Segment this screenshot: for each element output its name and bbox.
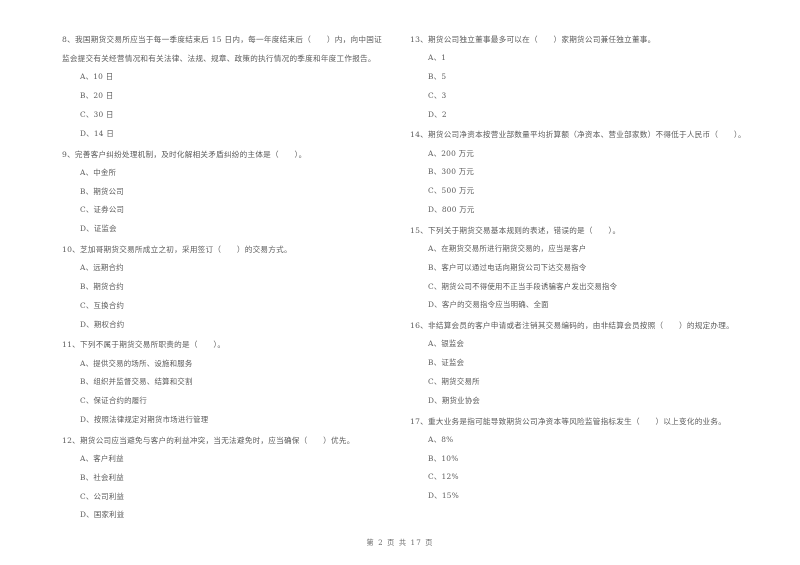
option-item[interactable]: A、银监会 [410,335,778,354]
option-item[interactable]: C、互换合约 [62,297,382,316]
question-options: A、提供交易的场所、设施和服务 B、组织并监督交易、结算和交割 C、保证合约的履… [62,355,382,430]
question-block: 15、下列关于期货交易基本规则的表述，错误的是（ ）。 A、在期货交易所进行期货… [410,221,778,315]
question-block: 13、期货公司独立董事最多可以在（ ）家期货公司兼任独立董事。 A、1 B、5 … [410,30,778,124]
question-options: A、1 B、5 C、3 D、2 [410,49,778,124]
question-stem: 8、我国期货交易所应当于每一季度结束后 15 日内，每一年度结束后（ ）内，向中… [62,35,382,64]
question-stem: 16、非结算会员的客户申请或者注销其交易编码的，由非结算会员按照（ ）的规定办理… [410,321,734,331]
option-item[interactable]: C、期货交易所 [410,373,778,392]
question-block: 17、重大业务是指可能导致期货公司净资本等风险监管指标发生（ ）以上变化的业务。… [410,412,778,506]
question-stem: 14、期货公司净资本按营业部数量平均折算额（净资本、营业部家数）不得低于人民币（… [410,130,746,140]
option-item[interactable]: B、期货合约 [62,278,382,297]
question-stem: 17、重大业务是指可能导致期货公司净资本等风险监管指标发生（ ）以上变化的业务。 [410,416,727,426]
question-stem: 12、期货公司应当避免与客户的利益冲突，当无法避免时，应当确保（ ）优先。 [62,435,355,445]
option-item[interactable]: B、5 [410,68,778,87]
option-item[interactable]: A、客户利益 [62,450,382,469]
question-stem: 10、芝加哥期货交易所成立之初，采用签订（ ）的交易方式。 [62,244,292,254]
option-item[interactable]: B、20 日 [62,87,382,106]
option-item[interactable]: A、中金所 [62,164,382,183]
option-item[interactable]: D、国家利益 [62,506,382,525]
option-item[interactable]: A、8% [410,431,778,450]
question-block: 11、下列不属于期货交易所职责的是（ ）。 A、提供交易的场所、设施和服务 B、… [62,335,382,429]
option-item[interactable]: A、10 日 [62,68,382,87]
question-block: 10、芝加哥期货交易所成立之初，采用签订（ ）的交易方式。 A、远期合约 B、期… [62,240,382,334]
question-block: 14、期货公司净资本按营业部数量平均折算额（净资本、营业部家数）不得低于人民币（… [410,125,778,219]
option-item[interactable]: D、14 日 [62,125,382,144]
option-item[interactable]: B、证监会 [410,354,778,373]
question-options: A、客户利益 B、社会利益 C、公司利益 D、国家利益 [62,450,382,525]
question-options: A、10 日 B、20 日 C、30 日 D、14 日 [62,68,382,143]
exam-page: 8、我国期货交易所应当于每一季度结束后 15 日内，每一年度结束后（ ）内，向中… [0,0,800,565]
option-item[interactable]: D、客户的交易指令应当明确、全面 [410,296,778,315]
question-options: A、银监会 B、证监会 C、期货交易所 D、期货业协会 [410,335,778,410]
question-stem: 9、完善客户纠纷处理机制，及时化解相关矛盾纠纷的主体是（ ）。 [62,149,307,159]
option-item[interactable]: D、期货业协会 [410,392,778,411]
option-item[interactable]: A、在期货交易所进行期货交易的，应当是客户 [410,240,778,259]
question-stem: 15、下列关于期货交易基本规则的表述，错误的是（ ）。 [410,225,621,235]
option-item[interactable]: D、期权合约 [62,316,382,335]
question-options: A、在期货交易所进行期货交易的，应当是客户 B、客户可以通过电话向期货公司下达交… [410,240,778,315]
page-footer: 第 2 页 共 17 页 [0,530,800,549]
question-stem: 13、期货公司独立董事最多可以在（ ）家期货公司兼任独立董事。 [410,35,656,44]
option-item[interactable]: D、2 [410,106,778,125]
option-item[interactable]: B、社会利益 [62,469,382,488]
question-block: 9、完善客户纠纷处理机制，及时化解相关矛盾纠纷的主体是（ ）。 A、中金所 B、… [62,145,382,239]
question-block: 16、非结算会员的客户申请或者注销其交易编码的，由非结算会员按照（ ）的规定办理… [410,316,778,410]
option-item[interactable]: B、300 万元 [410,163,778,182]
question-options: A、远期合约 B、期货合约 C、互换合约 D、期权合约 [62,259,382,334]
option-item[interactable]: C、公司利益 [62,488,382,507]
question-options: A、200 万元 B、300 万元 C、500 万元 D、800 万元 [410,145,778,220]
option-item[interactable]: C、证券公司 [62,201,382,220]
option-item[interactable]: B、期货公司 [62,183,382,202]
option-item[interactable]: D、800 万元 [410,201,778,220]
option-item[interactable]: B、客户可以通过电话向期货公司下达交易指令 [410,259,778,278]
option-item[interactable]: D、15% [410,487,778,506]
option-item[interactable]: B、组织并监督交易、结算和交割 [62,373,382,392]
option-item[interactable]: C、3 [410,87,778,106]
question-column-left: 8、我国期货交易所应当于每一季度结束后 15 日内，每一年度结束后（ ）内，向中… [0,30,400,526]
question-column-right: 13、期货公司独立董事最多可以在（ ）家期货公司兼任独立董事。 A、1 B、5 … [400,30,800,507]
option-item[interactable]: A、远期合约 [62,259,382,278]
option-item[interactable]: A、200 万元 [410,145,778,164]
option-item[interactable]: C、30 日 [62,106,382,125]
option-item[interactable]: C、保证合约的履行 [62,392,382,411]
option-item[interactable]: D、按照法律规定对期货市场进行管理 [62,411,382,430]
page-number-label: 第 2 页 共 17 页 [366,538,434,547]
question-block: 12、期货公司应当避免与客户的利益冲突，当无法避免时，应当确保（ ）优先。 A、… [62,431,382,525]
question-options: A、8% B、10% C、12% D、15% [410,431,778,506]
option-item[interactable]: C、期货公司不得使用不正当手段诱骗客户发出交易指令 [410,278,778,297]
option-item[interactable]: C、12% [410,468,778,487]
option-item[interactable]: B、10% [410,450,778,469]
question-options: A、中金所 B、期货公司 C、证券公司 D、证监会 [62,164,382,239]
option-item[interactable]: D、证监会 [62,220,382,239]
question-stem: 11、下列不属于期货交易所职责的是（ ）。 [62,340,226,350]
option-item[interactable]: A、1 [410,49,778,68]
option-item[interactable]: A、提供交易的场所、设施和服务 [62,355,382,374]
question-columns: 8、我国期货交易所应当于每一季度结束后 15 日内，每一年度结束后（ ）内，向中… [0,30,800,526]
option-item[interactable]: C、500 万元 [410,182,778,201]
question-block: 8、我国期货交易所应当于每一季度结束后 15 日内，每一年度结束后（ ）内，向中… [62,30,382,144]
